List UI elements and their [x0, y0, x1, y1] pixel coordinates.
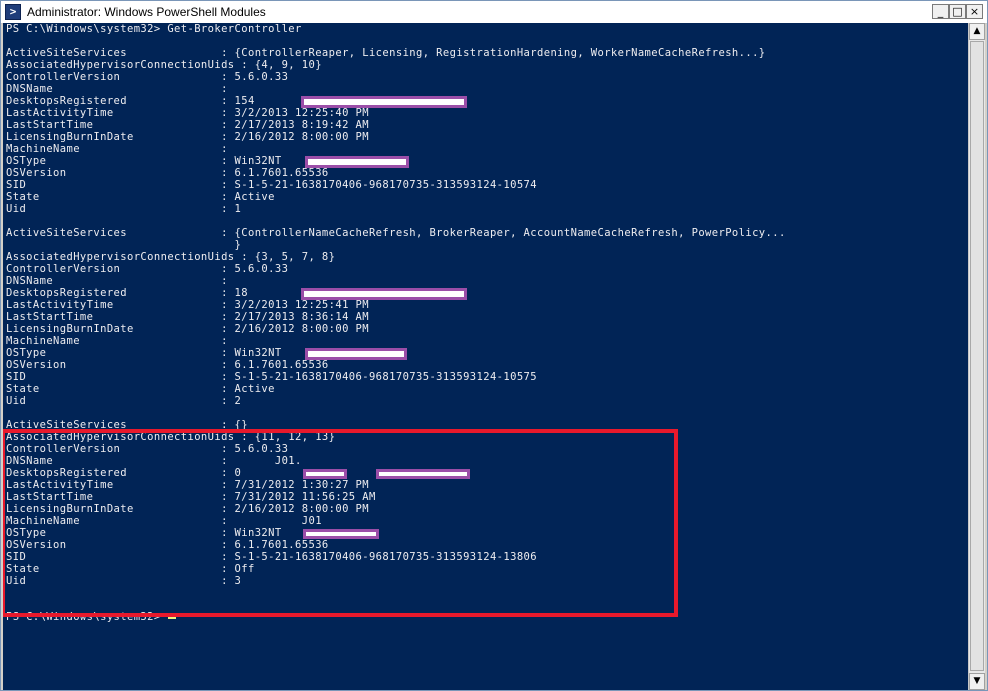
window-title: Administrator: Windows PowerShell Module…	[27, 5, 266, 19]
redaction-bar	[301, 96, 467, 108]
console-line: SID : S-1-5-21-1638170406-968170735-3135…	[6, 179, 538, 191]
title-bar[interactable]: > Administrator: Windows PowerShell Modu…	[1, 1, 987, 24]
console-line: ControllerVersion : 5.6.0.33	[6, 263, 289, 275]
text-cursor	[168, 617, 177, 619]
vertical-scrollbar[interactable]: ▲ ▼	[968, 23, 985, 690]
redaction-bar	[305, 348, 407, 360]
console-line: DNSName :	[6, 275, 228, 287]
console-line: LicensingBurnInDate : 2/16/2012 8:00:00 …	[6, 323, 369, 335]
redaction-bar	[301, 288, 467, 300]
powershell-window: > Administrator: Windows PowerShell Modu…	[0, 0, 988, 691]
scroll-down-icon[interactable]: ▼	[969, 673, 985, 690]
console-line: LastActivityTime : 3/2/2013 12:25:40 PM	[6, 107, 369, 119]
highlight-box	[3, 429, 678, 617]
console-line: }	[6, 239, 242, 251]
scroll-up-icon[interactable]: ▲	[969, 23, 985, 40]
console-line: State : Active	[6, 191, 275, 203]
console-line: DNSName :	[6, 83, 228, 95]
console-line: ActiveSiteServices : {ControllerReaper, …	[6, 47, 766, 59]
console-line: Uid : 1	[6, 203, 242, 215]
console-line: MachineName :	[6, 335, 228, 347]
powershell-icon[interactable]: >	[5, 4, 21, 20]
minimize-icon[interactable]: _	[932, 4, 949, 19]
maximize-icon[interactable]: □	[949, 4, 966, 19]
console-line: PS C:\Windows\system32> Get-BrokerContro…	[6, 23, 302, 35]
console-line: LicensingBurnInDate : 2/16/2012 8:00:00 …	[6, 131, 369, 143]
redaction-bar	[305, 156, 409, 168]
console-line: OSVersion : 6.1.7601.65536	[6, 167, 329, 179]
console-line: Uid : 2	[6, 395, 242, 407]
scroll-thumb[interactable]	[970, 41, 984, 671]
close-icon[interactable]: ×	[966, 4, 983, 19]
console-line: AssociatedHypervisorConnectionUids : {4,…	[6, 59, 322, 71]
console-line: OSVersion : 6.1.7601.65536	[6, 359, 329, 371]
console-line: LastStartTime : 2/17/2013 8:19:42 AM	[6, 119, 369, 131]
console-line: ControllerVersion : 5.6.0.33	[6, 71, 289, 83]
console-line: LastActivityTime : 3/2/2013 12:25:41 PM	[6, 299, 369, 311]
console-output[interactable]: PS C:\Windows\system32> Get-BrokerContro…	[3, 23, 968, 690]
console-line: MachineName :	[6, 143, 228, 155]
console-line: SID : S-1-5-21-1638170406-968170735-3135…	[6, 371, 538, 383]
console-line: State : Active	[6, 383, 275, 395]
console-line: AssociatedHypervisorConnectionUids : {3,…	[6, 251, 336, 263]
console-line: ActiveSiteServices : {ControllerNameCach…	[6, 227, 786, 239]
console-line: LastStartTime : 2/17/2013 8:36:14 AM	[6, 311, 369, 323]
